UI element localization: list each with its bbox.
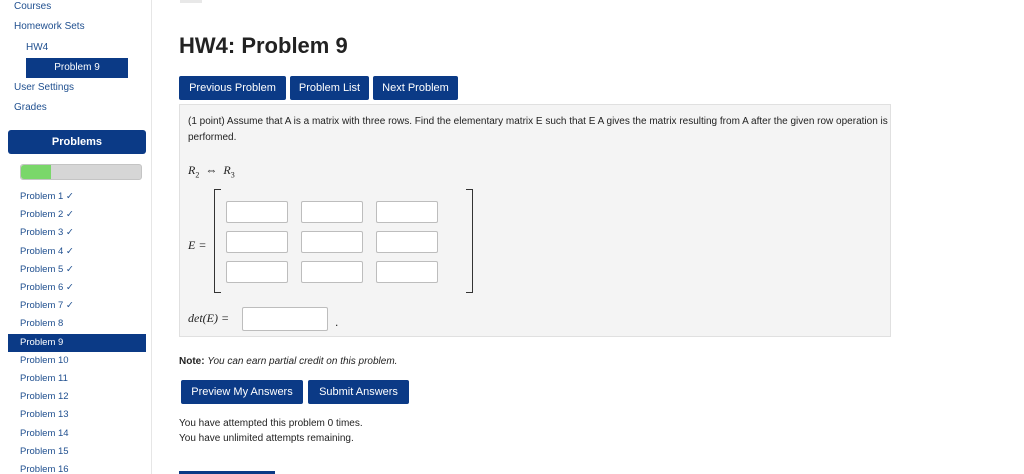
problem-list-item[interactable]: Problem 14 xyxy=(8,425,146,443)
determinant-period: . xyxy=(335,315,339,329)
matrix-cell-r1c2[interactable] xyxy=(301,201,363,223)
remaining-status: You have unlimited attempts remaining. xyxy=(179,433,354,444)
note-text: You can earn partial credit on this prob… xyxy=(207,356,398,367)
preview-answers-button[interactable]: Preview My Answers xyxy=(181,380,303,404)
nav-hw4-link[interactable]: HW4 xyxy=(26,42,48,53)
matrix-cell-r2c3[interactable] xyxy=(376,231,438,253)
matrix-right-bracket xyxy=(466,189,473,293)
previous-problem-button[interactable]: Previous Problem xyxy=(179,76,286,100)
nav-courses-link[interactable]: Courses xyxy=(14,1,51,12)
problem-list-item[interactable]: Problem 2 ✓ xyxy=(8,206,146,224)
problem-statement: (1 point) Assume that A is a matrix with… xyxy=(188,116,888,143)
left-sidebar: Courses Homework Sets HW4 Problem 9 User… xyxy=(0,0,152,474)
matrix-cell-r3c1[interactable] xyxy=(226,261,288,283)
problem-list-item[interactable]: Problem 3 ✓ xyxy=(8,224,146,242)
page-title: HW4: Problem 9 xyxy=(179,33,348,58)
problem-box: (1 point) Assume that A is a matrix with… xyxy=(179,104,891,337)
matrix-cell-r1c3[interactable] xyxy=(376,201,438,223)
problem-list-item[interactable]: Problem 9 xyxy=(8,333,146,352)
top-tab-stub xyxy=(180,0,202,3)
nav-grades-link[interactable]: Grades xyxy=(14,102,47,113)
problem-list-item[interactable]: Problem 1 ✓ xyxy=(8,188,146,206)
matrix-cell-r2c2[interactable] xyxy=(301,231,363,253)
matrix-e-label: E = xyxy=(188,238,207,252)
problem-list-item[interactable]: Problem 16 xyxy=(8,461,146,474)
row-op-right: R xyxy=(223,163,231,177)
problem-list-item[interactable]: Problem 12 xyxy=(8,388,146,406)
problems-header: Problems xyxy=(8,130,146,154)
problem-list-item[interactable]: Problem 13 xyxy=(8,406,146,424)
matrix-cell-r3c3[interactable] xyxy=(376,261,438,283)
problem-list-item[interactable]: Problem 6 ✓ xyxy=(8,279,146,297)
attempts-status: You have attempted this problem 0 times. xyxy=(179,418,363,429)
row-operation: R2 ⇔ R3 xyxy=(188,163,235,179)
matrix-cell-r1c1[interactable] xyxy=(226,201,288,223)
progress-fill xyxy=(21,165,51,179)
problem-list-item[interactable]: Problem 4 ✓ xyxy=(8,243,146,261)
partial-credit-note: Note: You can earn partial credit on thi… xyxy=(179,356,397,367)
problems-panel: Problems Problem 1 ✓ Problem 2 ✓ Problem 3… xyxy=(8,130,146,474)
matrix-left-bracket xyxy=(214,189,221,293)
problem-list-item[interactable]: Problem 15 xyxy=(8,443,146,461)
main-content: HW4: Problem 9 Previous Problem Problem … xyxy=(152,0,1024,474)
matrix-cell-r3c2[interactable] xyxy=(301,261,363,283)
problem-list-item[interactable]: Problem 11 xyxy=(8,370,146,388)
problem-list-item[interactable]: Problem 5 ✓ xyxy=(8,261,146,279)
swap-arrow-icon: ⇔ xyxy=(205,163,218,177)
problem-list-button[interactable]: Problem List xyxy=(290,76,369,100)
problem-list-item[interactable]: Problem 8 xyxy=(8,315,146,333)
problem-list-item[interactable]: Problem 10 xyxy=(8,352,146,370)
row-op-left-sub: 2 xyxy=(195,170,200,180)
submit-answers-button[interactable]: Submit Answers xyxy=(308,380,409,404)
determinant-input[interactable] xyxy=(242,307,328,331)
nav-problem9-active[interactable]: Problem 9 xyxy=(26,58,128,78)
nav-user-settings-link[interactable]: User Settings xyxy=(14,82,74,93)
note-label: Note: xyxy=(179,356,205,367)
nav-homework-sets-link[interactable]: Homework Sets xyxy=(14,21,85,32)
matrix-cell-r2c1[interactable] xyxy=(226,231,288,253)
next-problem-button[interactable]: Next Problem xyxy=(373,76,458,100)
determinant-label: det(E) = xyxy=(188,311,230,325)
progress-bar xyxy=(20,164,142,180)
row-op-right-sub: 3 xyxy=(230,170,235,180)
problem-list-item[interactable]: Problem 7 ✓ xyxy=(8,297,146,315)
